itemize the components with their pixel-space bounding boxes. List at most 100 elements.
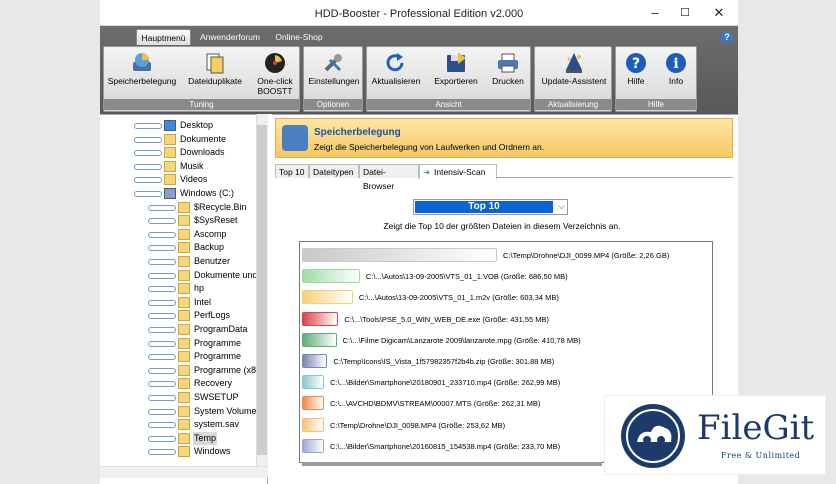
tree-expander[interactable] bbox=[134, 136, 162, 143]
folder-tree[interactable]: Desktop Dokumente Downloads Musik Videos Wind… bbox=[100, 114, 268, 484]
drucken-button[interactable]: Drucken bbox=[487, 49, 529, 101]
tab-intensiv-scan[interactable]: ➔ Intensiv-Scan bbox=[419, 164, 497, 179]
info-icon: i bbox=[664, 52, 688, 74]
tree-expander[interactable] bbox=[148, 367, 176, 374]
tree-item[interactable]: $SysReset bbox=[100, 214, 267, 228]
tree-item-label: Windows (C:) bbox=[180, 188, 235, 198]
info-button[interactable]: i Info bbox=[658, 49, 694, 101]
tree-expander[interactable] bbox=[148, 449, 176, 456]
tree-expander[interactable] bbox=[148, 299, 176, 306]
tree-expander[interactable] bbox=[148, 231, 176, 238]
tree-expander[interactable] bbox=[148, 286, 176, 293]
tab-anwenderforum[interactable]: Anwenderforum bbox=[196, 29, 264, 45]
tree-expander[interactable] bbox=[148, 340, 176, 347]
tree-expander[interactable] bbox=[148, 313, 176, 320]
tree-item[interactable]: PerfLogs bbox=[100, 309, 267, 323]
tab-datei-browser[interactable]: Datei-Browser bbox=[359, 164, 419, 191]
tree-expander[interactable] bbox=[148, 395, 176, 401]
tab-top-10[interactable]: Top 10 bbox=[275, 164, 309, 178]
tree-item[interactable]: SWSETUP bbox=[100, 391, 267, 405]
tree-item[interactable]: Videos bbox=[100, 173, 267, 187]
tree-item[interactable]: Dokumente bbox=[100, 133, 267, 147]
svg-text:?: ? bbox=[632, 56, 640, 72]
tree-item[interactable]: Programme bbox=[100, 350, 267, 364]
tree-item-label: Backup bbox=[194, 242, 225, 253]
group-label-aktualisierung: Aktualisierung bbox=[535, 99, 611, 110]
tree-item[interactable]: Windows (C:) bbox=[100, 187, 267, 201]
dateiduplikate-button[interactable]: Dateiduplikate bbox=[184, 49, 246, 101]
tree-expander[interactable] bbox=[134, 191, 162, 197]
close-button[interactable]: ✕ bbox=[704, 3, 734, 23]
tree-item[interactable]: Ascomp bbox=[100, 228, 267, 242]
tree-expander[interactable] bbox=[148, 327, 176, 333]
tree-item[interactable]: Benutzer bbox=[100, 255, 267, 269]
tree-scroll-thumb[interactable] bbox=[257, 125, 267, 455]
folder-icon bbox=[178, 269, 190, 281]
tree-item-label: Recovery bbox=[194, 378, 233, 389]
tree-item[interactable]: Downloads bbox=[100, 146, 267, 160]
chart-baseline bbox=[302, 462, 602, 466]
tree-item[interactable]: Dokumente und bbox=[100, 269, 267, 283]
tree-item-label: Programme (x86 bbox=[194, 364, 262, 375]
tree-expander[interactable] bbox=[148, 435, 176, 442]
tree-expander[interactable] bbox=[134, 150, 162, 157]
tab-dateitypen[interactable]: Dateitypen bbox=[309, 164, 359, 178]
chart-bar-label: C:\...\Bilder\Smartphone\20180901_233710… bbox=[330, 378, 561, 388]
one-click-boost-button[interactable]: One-click BOOSTT bbox=[252, 49, 298, 101]
watermark-name: FileGit bbox=[697, 408, 815, 448]
tree-item-label: Intel bbox=[194, 296, 212, 307]
tree-expander[interactable] bbox=[148, 245, 176, 252]
aktualisieren-button[interactable]: Aktualisieren bbox=[369, 49, 423, 101]
tree-expander[interactable] bbox=[148, 218, 176, 225]
einstellungen-button[interactable]: Einstellungen bbox=[306, 49, 362, 101]
tree-expander[interactable] bbox=[134, 163, 162, 170]
update-assistent-button[interactable]: Update-Assistent bbox=[537, 49, 611, 101]
tree-horizontal-scrollbar[interactable] bbox=[100, 466, 268, 478]
tab-hauptmenue[interactable]: Hauptmenü bbox=[136, 29, 191, 45]
tree-expander[interactable] bbox=[148, 272, 176, 279]
tree-item[interactable]: Recovery bbox=[100, 377, 267, 391]
chart-bar-label: C:\...\Bilder\Smartphone\20160815_154538… bbox=[330, 441, 561, 451]
tree-item[interactable]: ProgramData bbox=[100, 323, 267, 337]
top-files-description: Zeigt die Top 10 der größten Dateien in … bbox=[383, 221, 621, 231]
tree-item[interactable]: Temp bbox=[100, 431, 267, 446]
maximize-button[interactable]: ☐ bbox=[670, 3, 700, 23]
tree-item[interactable]: Intel bbox=[100, 296, 267, 310]
group-label-ansicht: Ansicht bbox=[367, 99, 530, 110]
tree-item[interactable]: Programme (x86 bbox=[100, 364, 267, 378]
tree-expander[interactable] bbox=[148, 354, 176, 361]
tree-expander[interactable] bbox=[148, 259, 176, 265]
tree-item-label: ProgramData bbox=[194, 324, 248, 334]
help-icon[interactable]: ? bbox=[721, 31, 733, 43]
hilfe-button[interactable]: ? Hilfe bbox=[618, 49, 654, 101]
minimize-button[interactable]: – bbox=[640, 3, 670, 23]
tree-item[interactable]: System Volume I bbox=[100, 405, 267, 419]
tree-item[interactable]: Windows bbox=[100, 445, 267, 459]
chart-bar-label: C:\...\Filme Digicam\Lanzarote 2009\lanz… bbox=[342, 335, 581, 345]
tree-expander[interactable] bbox=[134, 177, 162, 184]
tree-item[interactable]: Programme bbox=[100, 337, 267, 351]
top-count-select[interactable]: Top 10 ⌵ bbox=[413, 199, 568, 215]
tree-expander[interactable] bbox=[148, 408, 176, 415]
tree-item[interactable]: Desktop bbox=[100, 119, 267, 133]
tree-expander[interactable] bbox=[134, 123, 162, 129]
tree-item[interactable]: $Recycle.Bin bbox=[100, 201, 267, 215]
tree-item[interactable]: Backup bbox=[100, 241, 267, 255]
tab-online-shop[interactable]: Online-Shop bbox=[270, 29, 328, 45]
tree-item[interactable]: system.sav bbox=[100, 418, 267, 432]
group-tuning: Speicherbelegung Dateiduplikate One-clic… bbox=[103, 46, 300, 112]
disk-usage-icon bbox=[130, 52, 154, 74]
exportieren-button[interactable]: Exportieren bbox=[429, 49, 483, 101]
banner-subtitle: Zeigt die Speicherbelegung von Laufwerke… bbox=[314, 142, 545, 152]
tree-item-label: Benutzer bbox=[194, 256, 231, 266]
tree-item-label: Musik bbox=[180, 160, 204, 171]
chart-bar bbox=[302, 438, 324, 453]
speicherbelegung-button[interactable]: Speicherbelegung bbox=[106, 49, 178, 101]
folder-icon bbox=[178, 432, 190, 444]
tree-expander[interactable] bbox=[148, 381, 176, 388]
tree-item[interactable]: Musik bbox=[100, 160, 267, 174]
tree-expander[interactable] bbox=[148, 204, 176, 211]
tree-item[interactable]: hp bbox=[100, 282, 267, 296]
help-icon: ? bbox=[624, 52, 648, 74]
tree-expander[interactable] bbox=[148, 422, 176, 429]
